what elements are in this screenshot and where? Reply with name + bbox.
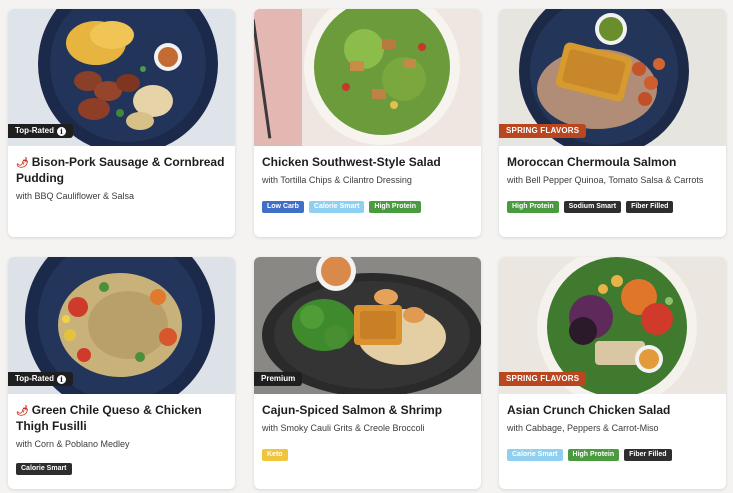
meal-title: 🌶 Green Chile Queso & Chicken Thigh Fusil… [16, 403, 202, 433]
nutrition-badges: Calorie Smart [16, 463, 72, 475]
meal-card-moroccan-chermoula-salmon[interactable]: SPRING FLAVORS Moroccan Chermoula Salmon… [499, 9, 726, 237]
meal-subtitle: with Tortilla Chips & Cilantro Dressing [262, 175, 412, 185]
high-protein-badge: High Protein [369, 201, 422, 213]
meal-photo: Top-Rated i [8, 9, 235, 146]
calorie-smart-badge: Calorie Smart [507, 449, 563, 461]
meal-card-chicken-southwest-salad[interactable]: Chicken Southwest-Style Salad with Torti… [254, 9, 481, 237]
top-rated-tag[interactable]: Top-Rated i [8, 124, 73, 138]
meal-title: Moroccan Chermoula Salmon [507, 155, 677, 169]
meal-card-asian-crunch-chicken-salad[interactable]: SPRING FLAVORS Asian Crunch Chicken Sala… [499, 257, 726, 489]
nutrition-badges: Calorie Smart High Protein Fiber Filled [507, 449, 672, 461]
meal-card-green-chile-queso-fusilli[interactable]: Top-Rated i 🌶 Green Chile Queso & Chicken… [8, 257, 235, 489]
meal-title: Chicken Southwest-Style Salad [262, 155, 441, 169]
high-protein-badge: High Protein [507, 201, 559, 213]
meal-card-cajun-spiced-salmon-shrimp[interactable]: Premium Cajun-Spiced Salmon & Shrimp wit… [254, 257, 481, 489]
premium-tag: Premium [254, 372, 303, 386]
keto-badge: Keto [262, 449, 288, 461]
nutrition-badges: Keto [262, 449, 288, 461]
meal-subtitle: with Cabbage, Peppers & Carrot-Miso [507, 423, 659, 433]
top-rated-tag[interactable]: Top-Rated i [8, 372, 73, 386]
spring-flavors-tag: SPRING FLAVORS [499, 124, 587, 138]
meal-photo: SPRING FLAVORS [499, 257, 726, 394]
meal-photo [254, 9, 481, 146]
fiber-filled-badge: Fiber Filled [624, 449, 672, 461]
meal-photo: Top-Rated i [8, 257, 235, 394]
fiber-filled-badge: Fiber Filled [626, 201, 674, 213]
meal-subtitle: with Corn & Poblano Medley [16, 439, 130, 449]
nutrition-badges: Low Carb Calorie Smart High Protein [262, 201, 422, 213]
meal-photo: SPRING FLAVORS [499, 9, 726, 146]
meal-subtitle: with Bell Pepper Quinoa, Tomato Salsa & … [507, 175, 704, 185]
low-carb-badge: Low Carb [262, 201, 304, 213]
meal-title: Cajun-Spiced Salmon & Shrimp [262, 403, 443, 417]
calorie-smart-badge: Calorie Smart [308, 201, 365, 213]
meal-title: Asian Crunch Chicken Salad [507, 403, 671, 417]
spring-flavors-tag: SPRING FLAVORS [499, 372, 587, 386]
meal-title: 🌶 Bison-Pork Sausage & Cornbread Pudding [16, 155, 225, 185]
high-protein-badge: High Protein [567, 449, 620, 461]
info-icon[interactable]: i [56, 126, 66, 136]
chili-pepper-icon: 🌶 [16, 158, 29, 169]
info-icon[interactable]: i [56, 374, 66, 384]
calorie-smart-badge: Calorie Smart [16, 463, 72, 475]
nutrition-badges: High Protein Sodium Smart Fiber Filled [507, 201, 674, 213]
meal-card-bison-pork-sausage[interactable]: Top-Rated i 🌶 Bison-Pork Sausage & Cornbr… [8, 9, 235, 237]
meal-subtitle: with BBQ Cauliflower & Salsa [16, 191, 135, 201]
meal-subtitle: with Smoky Cauli Grits & Creole Broccoli [262, 423, 425, 433]
sodium-smart-badge: Sodium Smart [563, 201, 622, 213]
meal-photo: Premium [254, 257, 481, 394]
chili-pepper-icon: 🌶 [16, 406, 29, 417]
